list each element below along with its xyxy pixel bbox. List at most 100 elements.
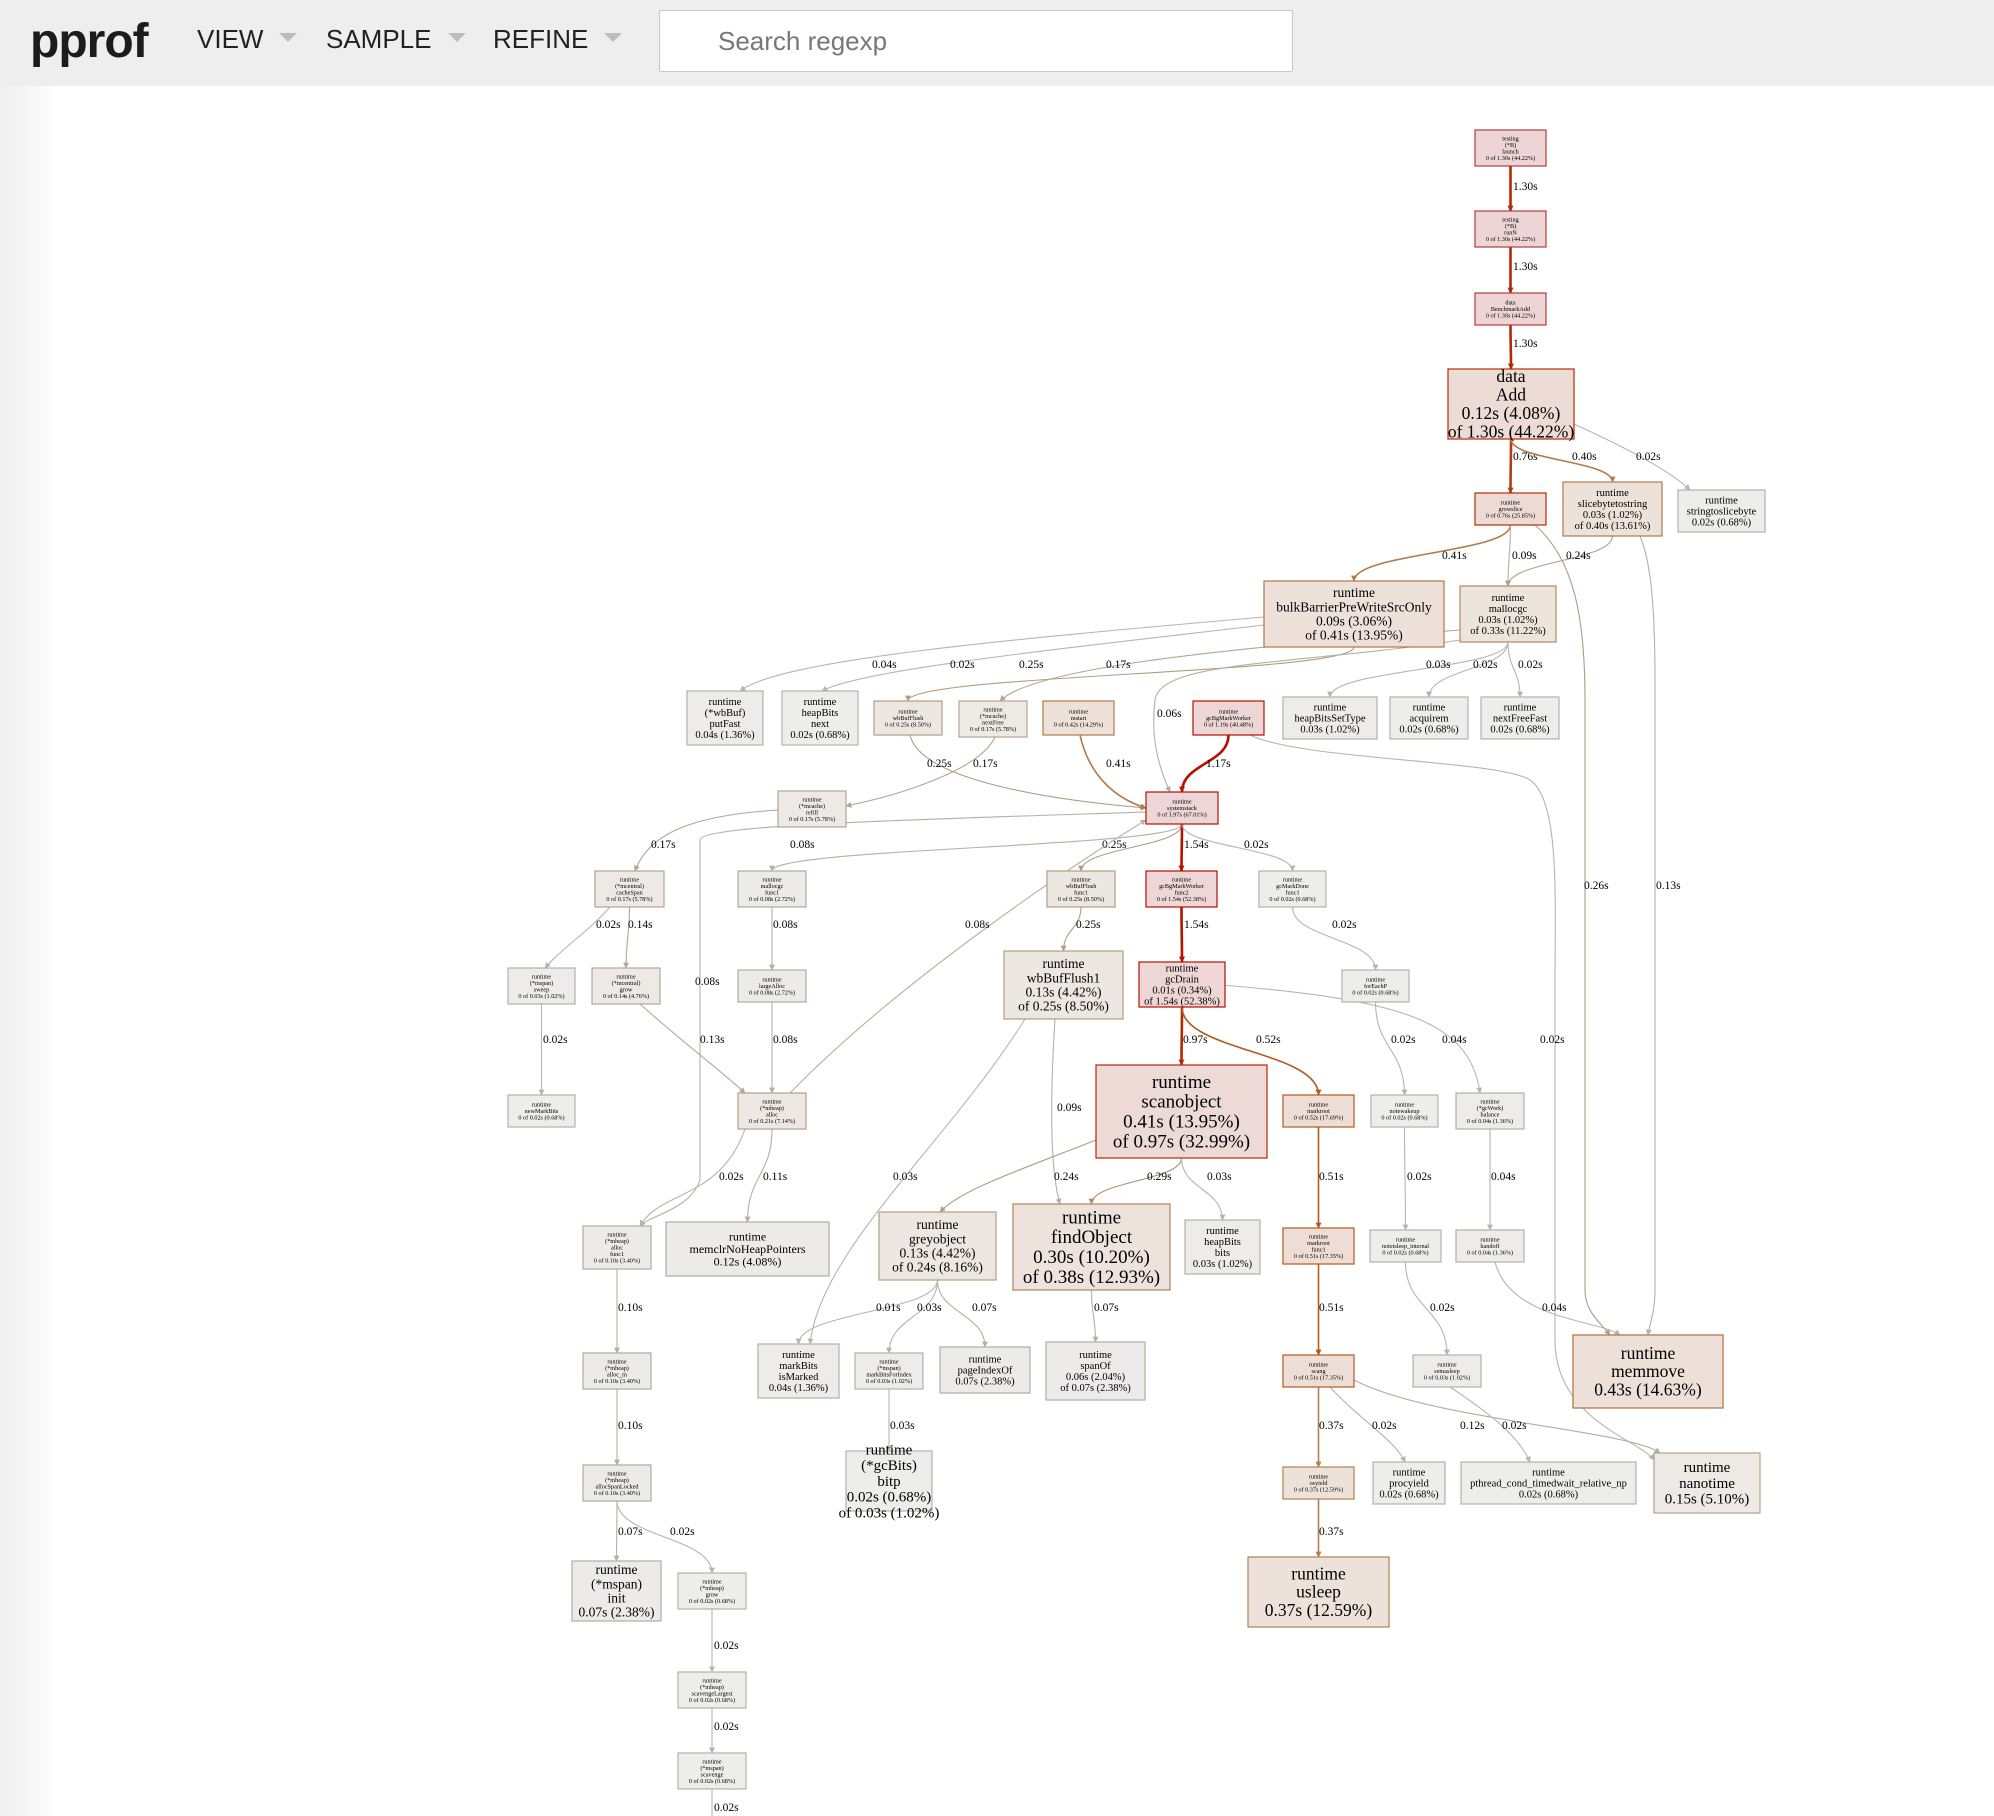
graph-node-wbBufFlush[interactable]: runtimewbBufFlush0 of 0.25s (8.50%) — [873, 700, 943, 736]
view-menu[interactable]: VIEW — [197, 24, 298, 55]
graph-node-gcMarkDone[interactable]: runtimegcMarkDonefunc10 of 0.02s (0.68%) — [1258, 870, 1327, 908]
graph-node-label: 0 of 0.51s (17.35%) — [1294, 1375, 1343, 1382]
graph-node-slicebyte[interactable]: runtimeslicebytetostring0.03s (1.02%)of … — [1562, 481, 1663, 537]
graph-edge: 0.04s — [1487, 1129, 1516, 1231]
graph-node-handoff[interactable]: runtimehandoff0 of 0.04s (1.36%) — [1455, 1229, 1525, 1263]
graph-node-label: 0 of 0.02s (0.68%) — [689, 1598, 735, 1605]
graph-node-semasleep[interactable]: runtimesemasleep0 of 0.03s (1.02%) — [1412, 1354, 1482, 1388]
graph-node-scanobject[interactable]: runtimescanobject0.41s (13.95%)of 0.97s … — [1095, 1064, 1268, 1159]
graph-edge-label: 0.09s — [1057, 1102, 1082, 1114]
graph-node-spanOf[interactable]: runtimespanOf0.06s (2.04%)of 0.07s (2.38… — [1045, 1341, 1146, 1401]
graph-node-gcBgMark[interactable]: runtimegcBgMarkWorker0 of 1.19s (40.48%) — [1192, 700, 1265, 736]
graph-edge-label: 0.52s — [1256, 1034, 1281, 1046]
graph-node-bench[interactable]: dataBenchmarkAdd0 of 1.30s (44.22%) — [1474, 292, 1547, 326]
graph-edge-label: 0.04s — [1442, 1034, 1467, 1046]
graph-node-mspanInit[interactable]: runtime(*mspan)init0.07s (2.38%) — [571, 1560, 662, 1622]
refine-menu[interactable]: REFINE — [493, 24, 623, 55]
graph-node-wbBufFlushFunc1[interactable]: runtimewbBufFlushfunc10 of 0.25s (8.50%) — [1046, 870, 1116, 908]
graph-node-allocSpanLocked[interactable]: runtime(*mheap)allocSpanLocked0 of 0.10s… — [582, 1464, 652, 1502]
graph-node-label: 0.02s (0.68%) — [1379, 1489, 1439, 1500]
graph-node-refill[interactable]: runtime(*mcache)refill0 of 0.17s (5.78%) — [777, 790, 847, 828]
graph-node-heapBitsNext[interactable]: runtimeheapBitsnext0.02s (0.68%) — [781, 690, 859, 746]
graph-node-newMarkBits[interactable]: runtimenewMarkBits0 of 0.02s (0.68%) — [507, 1094, 576, 1128]
graph-node-label: 0 of 0.08s (2.72%) — [749, 990, 795, 997]
graph-node-mallocgcFunc1[interactable]: runtimemallocgcfunc10 of 0.08s (2.72%) — [737, 870, 807, 908]
graph-node-systemstack[interactable]: runtimesystemstack0 of 1.97s (67.01%) — [1145, 791, 1219, 825]
graph-node-label: 0 of 0.52s (17.69%) — [1294, 1115, 1343, 1122]
graph-node-label: of 0.24s (8.16%) — [892, 1260, 983, 1275]
graph-node-launch[interactable]: testing(*B)launch0 of 1.30s (44.22%) — [1474, 129, 1547, 167]
graph-edge-line — [1178, 823, 1185, 872]
graph-node-gcBgMarkFunc2[interactable]: runtimegcBgMarkWorkerfunc20 of 1.54s (52… — [1145, 870, 1218, 908]
graph-node-label: runtime — [1621, 1343, 1676, 1363]
graph-node-mallocgc[interactable]: runtimemallocgc0.03s (1.02%)of 0.33s (11… — [1459, 585, 1557, 643]
graph-node-wbBufFlush1[interactable]: runtimewbBufFlush10.13s (4.42%)of 0.25s … — [1003, 950, 1124, 1020]
graph-node-scavengeLargest[interactable]: runtime(*mheap)scavengeLargest0 of 0.02s… — [677, 1671, 747, 1709]
graph-node-scang[interactable]: runtimescang0 of 0.51s (17.35%) — [1282, 1354, 1355, 1388]
graph-node-pthreadCond[interactable]: runtimepthread_cond_timedwait_relative_n… — [1460, 1461, 1637, 1505]
graph-node-heapBitsBits[interactable]: runtimeheapBitsbits0.03s (1.02%) — [1184, 1219, 1261, 1275]
graph-node-forEachP[interactable]: runtimeforEachP0 of 0.02s (0.68%) — [1341, 969, 1410, 1003]
graph-node-markrootFunc1[interactable]: runtimemarkrootfunc10 of 0.51s (17.35%) — [1282, 1227, 1355, 1265]
graph-node-bulkBarrier[interactable]: runtimebulkBarrierPreWriteSrcOnly0.09s (… — [1263, 580, 1445, 648]
graph-node-acquirem[interactable]: runtimeacquirem0.02s (0.68%) — [1389, 696, 1469, 740]
graph-node-osyield[interactable]: runtimeosyield0 of 0.37s (12.59%) — [1282, 1466, 1355, 1500]
graph-node-nextFreeFast[interactable]: runtimenextFreeFast0.02s (0.68%) — [1480, 696, 1560, 740]
sample-menu[interactable]: SAMPLE — [326, 24, 466, 55]
graph-node-mheapAlloc[interactable]: runtime(*mheap)alloc0 of 0.21s (7.14%) — [737, 1092, 807, 1130]
graph-node-memclr[interactable]: runtimememclrNoHeapPointers0.12s (4.08%) — [665, 1221, 830, 1277]
call-graph[interactable]: 1.30s 1.30s 1.30s 0.76s 0.40s 0.02s 0.41s 0.09s… — [0, 86, 1994, 1816]
graph-node-runN[interactable]: testing(*B)runN0 of 1.30s (44.22%) — [1474, 210, 1547, 248]
graph-node-allocM[interactable]: runtime(*mheap)alloc_m0 of 0.10s (3.40%) — [582, 1352, 652, 1390]
graph-node-nextFree[interactable]: runtime(*mcache)nextFree0 of 0.17s (5.78… — [958, 700, 1028, 738]
graph-node-label: nextFreeFast — [1493, 713, 1547, 724]
graph-edge-label: 0.17s — [973, 758, 998, 770]
graph-node-notewakeup[interactable]: runtimenotewakeup0 of 0.02s (0.68%) — [1370, 1094, 1439, 1128]
graph-node-sweep[interactable]: runtime(*mspan)sweep0 of 0.03s (1.02%) — [507, 967, 576, 1005]
graph-node-wbBuf[interactable]: runtime(*wbBuf)putFast0.04s (1.36%) — [686, 690, 764, 746]
graph-node-cacheSpan[interactable]: runtime(*mcentral)cacheSpan0 of 0.17s (5… — [594, 870, 665, 908]
graph-node-memmove[interactable]: runtimememmove0.43s (14.63%) — [1572, 1334, 1724, 1409]
graph-edge-label: 0.02s — [1372, 1420, 1397, 1432]
graph-node-gcDrain[interactable]: runtimegcDrain0.01s (0.34%)of 1.54s (52.… — [1138, 961, 1226, 1008]
graph-edge-label: 0.07s — [1094, 1302, 1119, 1314]
graph-node-label: 0 of 0.04s (1.36%) — [1467, 1250, 1513, 1257]
graph-node-markBits[interactable]: runtimemarkBitsisMarked0.04s (1.36%) — [757, 1343, 840, 1399]
graph-edge-line — [739, 616, 1265, 692]
sample-caret-icon — [447, 32, 466, 42]
graph-edge-label: 0.25s — [1019, 659, 1044, 671]
graph-node-heapBitsSet[interactable]: runtimeheapBitsSetType0.03s (1.02%) — [1282, 696, 1378, 740]
graph-node-grow[interactable]: runtime(*mcentral)grow0 of 0.14s (4.76%) — [591, 967, 661, 1005]
graph-node-label: 0.03s (1.02%) — [1300, 724, 1360, 735]
graph-node-label: runtime — [1314, 702, 1347, 713]
graph-node-markBitsForIndex[interactable]: runtime(*mspan)markBitsForIndex0 of 0.03… — [854, 1352, 924, 1390]
graph-edge: 0.03s — [1180, 1157, 1232, 1221]
graph-node-greyobject[interactable]: runtimegreyobject0.13s (4.42%)of 0.24s (… — [878, 1211, 997, 1281]
graph-node-usleep[interactable]: runtimeusleep0.37s (12.59%) — [1247, 1556, 1390, 1628]
search-input[interactable] — [659, 10, 1293, 72]
graph-node-findObject[interactable]: runtimefindObject0.30s (10.20%)of 0.38s … — [1012, 1203, 1171, 1291]
graph-node-procyield[interactable]: runtimeprocyield0.02s (0.68%) — [1372, 1461, 1446, 1505]
graph-node-pageIndexOf[interactable]: runtimepageIndexOf0.07s (2.38%) — [939, 1346, 1031, 1394]
graph-node-mspanScavenge[interactable]: runtime(*mspan)scavenge0 of 0.02s (0.68%… — [677, 1752, 747, 1790]
graph-node-label: procyield — [1389, 1478, 1429, 1489]
graph-node-nanotime[interactable]: runtimenanotime0.15s (5.10%) — [1653, 1452, 1761, 1514]
graph-node-label: 0 of 1.19s (40.48%) — [1204, 722, 1253, 729]
graph-node-label: 0 of 0.21s (7.14%) — [749, 1118, 795, 1125]
graph-node-growslice[interactable]: runtimegrowslice0 of 0.76s (25.85%) — [1474, 492, 1547, 526]
graph-node-mstart[interactable]: runtimemstart0 of 0.42s (14.29%) — [1042, 700, 1115, 736]
graph-node-label: 0 of 0.10s (3.40%) — [594, 1490, 640, 1497]
graph-edge-line — [1180, 1157, 1226, 1221]
graph-node-markroot[interactable]: runtimemarkroot0 of 0.52s (17.69%) — [1282, 1094, 1355, 1128]
graph-edge-label: 0.02s — [714, 1721, 739, 1733]
graph-node-label: of 0.07s (2.38%) — [1060, 1383, 1131, 1394]
graph-node-mheapAllocFunc1[interactable]: runtime(*mheap)allocfunc10 of 0.10s (3.4… — [582, 1225, 652, 1270]
graph-edge-label: 0.02s — [1636, 451, 1661, 463]
graph-node-add[interactable]: dataAdd0.12s (4.08%)of 1.30s (44.22%) — [1447, 366, 1575, 441]
graph-node-mheapGrow[interactable]: runtime(*mheap)grow0 of 0.02s (0.68%) — [677, 1572, 747, 1610]
graph-node-notesleepInternal[interactable]: runtimenotetsleep_internal0 of 0.02s (0.… — [1369, 1229, 1442, 1263]
graph-node-gcBitsBitp[interactable]: runtime(*gcBits)bitp0.02s (0.68%)of 0.03… — [839, 1442, 940, 1521]
graph-node-stringtoslice[interactable]: runtimestringtoslicebyte0.02s (0.68%) — [1677, 489, 1766, 533]
graph-node-balance[interactable]: runtime(*gcWork)balance0 of 0.04s (1.36%… — [1455, 1092, 1525, 1130]
graph-node-largeAlloc[interactable]: runtimelargeAlloc0 of 0.08s (2.72%) — [737, 969, 807, 1003]
